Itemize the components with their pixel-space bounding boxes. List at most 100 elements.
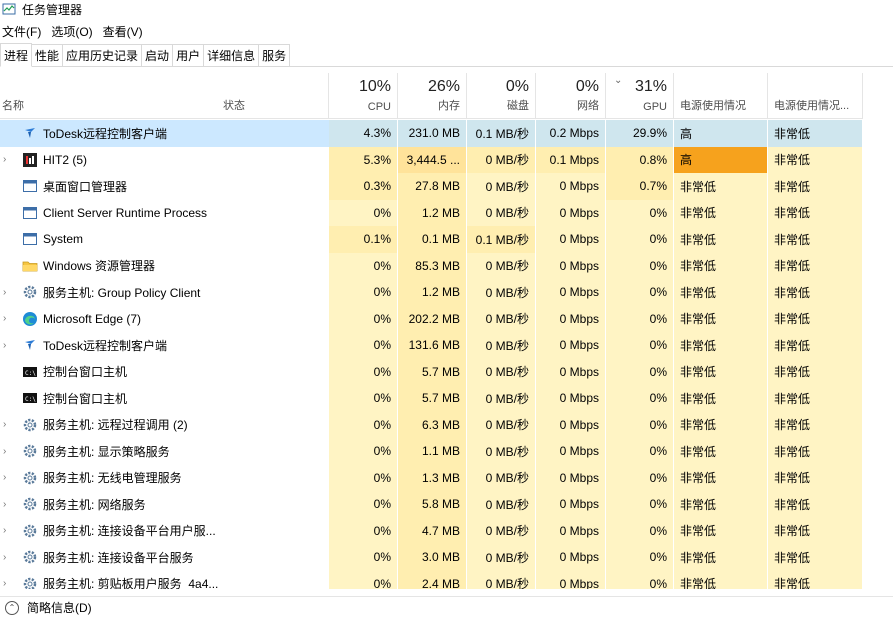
memory-cell: 3,444.5 ... (398, 146, 467, 173)
power-usage-cell: 非常低 (674, 544, 768, 571)
tab-startup[interactable]: 启动 (141, 44, 174, 66)
process-name: 服务主机: 无线电管理服务 (43, 471, 182, 486)
network-label: 网络 (577, 100, 599, 112)
table-row[interactable]: › 服务主机: 连接设备平台服务 0% 3.0 MB 0 MB/秒 0 Mbps 0% 非常低… (0, 544, 863, 571)
expand-chevron-icon[interactable]: › (3, 419, 13, 430)
gear-icon (22, 496, 38, 512)
header-power[interactable]: 电源使用情况 (674, 73, 768, 119)
network-cell: 0 Mbps (536, 491, 606, 518)
power-trend-cell: 非常低 (768, 199, 863, 226)
disk-cell: 0 MB/秒 (467, 438, 536, 465)
cpu-cell: 0% (329, 279, 398, 306)
header-network[interactable]: 0% 网络 (536, 73, 606, 119)
vertical-scrollbar[interactable] (863, 73, 893, 589)
power-usage-cell: 非常低 (674, 199, 768, 226)
power-trend-cell: 非常低 (768, 517, 863, 544)
gpu-cell: 0% (606, 438, 674, 465)
disk-cell: 0.1 MB/秒 (467, 226, 536, 253)
table-row[interactable]: › 服务主机: 网络服务 0% 5.8 MB 0 MB/秒 0 Mbps 0% 非常低 非常低 (0, 491, 863, 518)
gpu-cell: 0% (606, 491, 674, 518)
tab-services[interactable]: 服务 (258, 44, 291, 66)
cpu-cell: 0.3% (329, 173, 398, 200)
gpu-label: GPU (643, 101, 667, 113)
disk-cell: 0 MB/秒 (467, 252, 536, 279)
tab-processes[interactable]: 进程 (0, 43, 33, 67)
expand-chevron-icon[interactable]: › (3, 472, 13, 483)
memory-cell: 4.7 MB (398, 517, 467, 544)
process-name: HIT2 (5) (43, 152, 88, 167)
cpu-cell: 0% (329, 544, 398, 571)
menu-options[interactable]: 选项(O) (49, 23, 96, 40)
fewer-details-link[interactable]: 简略信息(D) (27, 599, 92, 616)
power-usage-cell: 非常低 (674, 252, 768, 279)
table-row[interactable]: C:\ 控制台窗口主机 0% 5.7 MB 0 MB/秒 0 Mbps 0% 非常低 非常低 (0, 358, 863, 386)
table-row[interactable]: › Microsoft Edge (7) 0% 202.2 MB 0 MB/秒 0 Mbp… (0, 305, 863, 333)
header-name[interactable]: 名称 (0, 73, 217, 119)
gpu-cell: 0% (606, 226, 674, 253)
table-row[interactable]: › 服务主机: 连接设备平台用户服... 0% 4.7 MB 0 MB/秒 0 Mbps 0… (0, 517, 863, 544)
disk-cell: 0 MB/秒 (467, 385, 536, 412)
menu-view[interactable]: 查看(V) (101, 23, 147, 40)
status-cell (217, 359, 329, 386)
table-row[interactable]: ToDesk远程控制客户端 4.3% 231.0 MB 0.1 MB/秒 0.2 Mbp… (0, 120, 863, 147)
power-trend-cell: 非常低 (768, 385, 863, 412)
process-name: 服务主机: 剪贴板用户服务_4a4... (43, 577, 219, 589)
header-cpu[interactable]: 10% CPU (329, 73, 398, 119)
network-cell: 0 Mbps (536, 570, 606, 589)
tab-details[interactable]: 详细信息 (203, 44, 260, 66)
header-status[interactable]: 状态 (217, 73, 329, 119)
gpu-cell: 0% (606, 385, 674, 412)
header-gpu[interactable]: ⌄ 31% GPU (606, 73, 674, 119)
table-row[interactable]: › 服务主机: 无线电管理服务 0% 1.3 MB 0 MB/秒 0 Mbps 0% 非常低非… (0, 464, 863, 491)
folder-icon (22, 258, 38, 274)
chevron-up-icon[interactable]: ⌃ (5, 600, 19, 615)
tab-app-history[interactable]: 应用历史记录 (62, 44, 143, 66)
menu-bar: 文件(F) 选项(O) 查看(V) (0, 21, 151, 41)
gpu-cell: 0.8% (606, 146, 674, 173)
table-row[interactable]: Client Server Runtime Process 0% 1.2 MB 0 M… (0, 199, 863, 226)
memory-cell: 1.2 MB (398, 199, 467, 226)
power-trend-cell: 非常低 (768, 411, 863, 438)
memory-cell: 6.3 MB (398, 411, 467, 438)
expand-chevron-icon[interactable]: › (3, 446, 13, 457)
process-name: 服务主机: 网络服务 (43, 497, 146, 512)
table-row[interactable]: › 服务主机: 剪贴板用户服务_4a4... 0% 2.4 MB 0 MB/秒 0 Mbp… (0, 570, 863, 589)
disk-cell: 0 MB/秒 (467, 491, 536, 518)
memory-cell: 1.1 MB (398, 438, 467, 465)
table-row[interactable]: › 服务主机: 远程过程调用 (2) 0% 6.3 MB 0 MB/秒 0 Mbps 0% 非… (0, 411, 863, 438)
hit2-icon (22, 152, 38, 168)
header-power-trend[interactable]: 电源使用情况... (768, 73, 863, 119)
table-row[interactable]: C:\ 控制台窗口主机 0% 5.7 MB 0 MB/秒 0 Mbps 0% 非常低 非常低 (0, 385, 863, 412)
expand-chevron-icon[interactable]: › (3, 313, 13, 324)
tab-performance[interactable]: 性能 (31, 44, 64, 66)
table-row[interactable]: System 0.1% 0.1 MB 0.1 MB/秒 0 Mbps 0% 非常低 非常低 (0, 226, 863, 253)
menu-file[interactable]: 文件(F) (0, 23, 45, 40)
status-cell (217, 147, 329, 174)
table-row[interactable]: › ToDesk远程控制客户端 0% 131.6 MB 0 MB/秒 0 Mbps 0% 非常… (0, 332, 863, 359)
todesk-icon (22, 337, 38, 353)
expand-chevron-icon[interactable]: › (3, 287, 13, 298)
process-list: ToDesk远程控制客户端 4.3% 231.0 MB 0.1 MB/秒 0.2 Mbp… (0, 120, 863, 589)
header-disk[interactable]: 0% 磁盘 (467, 73, 536, 119)
network-total: 0% (575, 78, 599, 95)
expand-chevron-icon[interactable]: › (3, 499, 13, 510)
table-row[interactable]: Windows 资源管理器 0% 85.3 MB 0 MB/秒 0 Mbps 0% 非常低非… (0, 252, 863, 279)
table-row[interactable]: › 服务主机: 显示策略服务 0% 1.1 MB 0 MB/秒 0 Mbps 0% 非常低 非常… (0, 438, 863, 465)
cpu-cell: 0% (329, 358, 398, 385)
expand-chevron-icon[interactable]: › (3, 525, 13, 536)
header-memory[interactable]: 26% 内存 (398, 73, 467, 119)
power-trend-cell: 非常低 (768, 173, 863, 200)
expand-chevron-icon[interactable]: › (3, 340, 13, 351)
expand-chevron-icon[interactable]: › (3, 578, 13, 589)
power-trend-cell: 非常低 (768, 279, 863, 306)
tab-bar: 进程 性能 应用历史记录 启动 用户 详细信息 服务 (0, 43, 893, 67)
table-row[interactable]: › 服务主机: Group Policy Client 0% 1.2 MB 0 MB/秒… (0, 279, 863, 306)
expand-chevron-icon[interactable]: › (3, 552, 13, 563)
disk-cell: 0 MB/秒 (467, 464, 536, 491)
status-cell (217, 306, 329, 333)
table-row[interactable]: 桌面窗口管理器 0.3% 27.8 MB 0 MB/秒 0 Mbps 0.7% 非常低 非常低 (0, 173, 863, 200)
expand-chevron-icon[interactable]: › (3, 154, 13, 165)
network-cell: 0 Mbps (536, 517, 606, 544)
table-row[interactable]: › HIT2 (5) 5.3% 3,444.5 ... 0 MB/秒 0.1 Mbps 0.… (0, 146, 863, 174)
tab-users[interactable]: 用户 (172, 44, 205, 66)
